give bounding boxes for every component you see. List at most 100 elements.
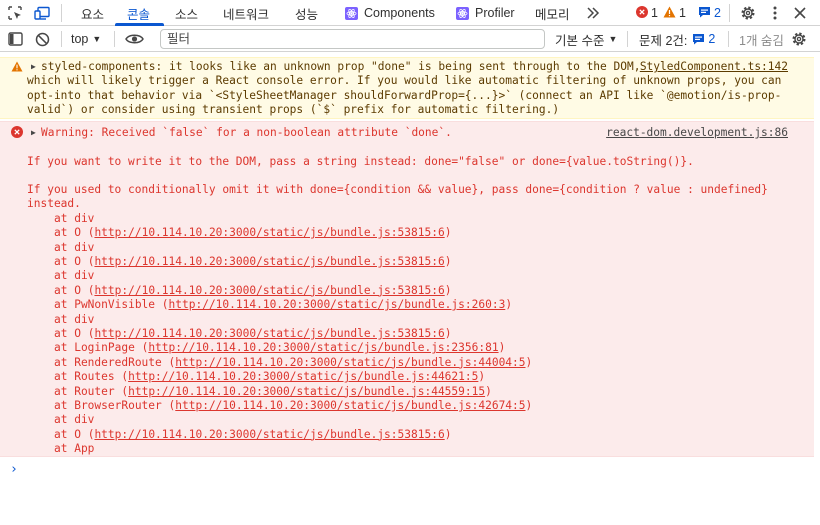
- tab-memory[interactable]: 메모리: [535, 0, 570, 26]
- error-headline: Warning: Received `false` for a non-bool…: [41, 126, 452, 139]
- close-icon[interactable]: [791, 4, 809, 22]
- tab-bar-divider: [729, 4, 730, 22]
- caret-down-icon: ▼: [608, 34, 618, 44]
- toolbar-divider: [728, 31, 729, 47]
- stack-frame-link[interactable]: http://10.114.10.20:3000/static/js/bundl…: [128, 370, 478, 383]
- warning-icon: [11, 61, 23, 73]
- warning-text-line: valid`) or consider using transient prop…: [27, 103, 560, 117]
- stack-frame-link[interactable]: http://10.114.10.20:3000/static/js/bundl…: [128, 385, 485, 398]
- stack-frame-function: at O: [54, 427, 81, 441]
- toolbar-divider: [627, 31, 628, 47]
- expand-triangle-icon[interactable]: ▶: [31, 60, 36, 74]
- stack-frame: at App: [54, 442, 94, 456]
- stack-frame: at div: [54, 413, 94, 427]
- tab-network[interactable]: 네트워크: [223, 0, 269, 26]
- stack-frame: at LoginPage (http://10.114.10.20:3000/s…: [54, 341, 506, 355]
- stack-frame-function: at div: [54, 413, 95, 427]
- stack-frame: at BrowserRouter (http://10.114.10.20:30…: [54, 399, 533, 412]
- warning-source-link[interactable]: StyledComponent.ts:142: [640, 60, 788, 74]
- issues-label: 문제 2건:: [639, 33, 688, 48]
- filter-input[interactable]: [160, 29, 545, 49]
- more-options-icon[interactable]: [766, 4, 784, 22]
- console-error-message[interactable]: ▶ Warning: Received `false` for a non-bo…: [0, 121, 814, 457]
- stack-frame-function: at div: [54, 240, 95, 254]
- stack-frame-function: at O: [54, 226, 81, 240]
- stack-frame: at O (http://10.114.10.20:3000/static/js…: [54, 255, 452, 268]
- gear-icon[interactable]: [790, 30, 808, 48]
- stack-frame-function: at Router: [54, 384, 115, 398]
- tab-profiler-label: Profiler: [475, 6, 515, 20]
- tab-components[interactable]: Components: [345, 0, 435, 26]
- stack-frame-function: at PwNonVisible: [54, 298, 156, 312]
- tab-profiler[interactable]: Profiler: [456, 0, 515, 26]
- tab-console-label: 콘솔: [127, 7, 151, 22]
- stack-frame-link[interactable]: http://10.114.10.20:3000/static/js/bundl…: [169, 298, 506, 311]
- stack-frame: at Router (http://10.114.10.20:3000/stat…: [54, 384, 492, 398]
- error-icon: [636, 5, 648, 21]
- stack-frame-link[interactable]: http://10.114.10.20:3000/static/js/bundl…: [175, 399, 525, 412]
- stack-frame-function: at App: [54, 442, 95, 456]
- issues-count: 2: [708, 32, 716, 46]
- tab-network-label: 네트워크: [223, 7, 270, 22]
- tab-performance-label: 성능: [295, 7, 319, 22]
- issues-counter[interactable]: 2: [698, 0, 726, 26]
- stack-frame-function: at O: [54, 255, 81, 268]
- hidden-count: 1개 숨김: [739, 33, 784, 48]
- inspect-element-icon[interactable]: [6, 4, 24, 22]
- gear-icon[interactable]: [739, 4, 757, 22]
- stack-frame-link[interactable]: http://10.114.10.20:3000/static/js/bundl…: [94, 255, 444, 268]
- tab-sources[interactable]: 소스: [175, 0, 198, 26]
- error-hint-line: instead.: [27, 197, 81, 211]
- eye-icon[interactable]: [123, 30, 145, 48]
- stack-frame: at div: [54, 313, 94, 327]
- tab-sources-label: 소스: [175, 7, 199, 22]
- issues-icon: [698, 6, 711, 21]
- error-warning-counts[interactable]: 1 1: [636, 0, 691, 26]
- stack-frame-function: at Routes: [54, 370, 115, 384]
- warning-icon: [663, 6, 676, 21]
- device-toolbar-icon[interactable]: [33, 4, 51, 22]
- expand-triangle-icon[interactable]: ▶: [31, 126, 36, 140]
- error-count: 1: [651, 6, 658, 20]
- warning-text-line: styled-components: it looks like an unkn…: [41, 60, 641, 73]
- react-icon: [456, 6, 469, 20]
- stack-frame-link[interactable]: http://10.114.10.20:3000/static/js/bundl…: [175, 356, 525, 369]
- react-icon: [345, 6, 358, 20]
- tab-memory-label: 메모리: [535, 7, 570, 22]
- context-selector[interactable]: top ▼: [71, 26, 101, 52]
- clear-console-icon[interactable]: [33, 30, 51, 48]
- stack-frame-function: at O: [54, 283, 81, 297]
- console-prompt-icon[interactable]: ›: [10, 462, 18, 477]
- stack-frame-link[interactable]: http://10.114.10.20:3000/static/js/bundl…: [94, 284, 444, 297]
- tab-bar-divider: [61, 4, 62, 22]
- stack-frame-function: at div: [54, 269, 95, 283]
- tab-performance[interactable]: 성능: [295, 0, 318, 26]
- chevron-double-right-icon[interactable]: [584, 4, 602, 22]
- stack-frame: at div: [54, 269, 94, 283]
- console-warning-message[interactable]: ▶ styled-components: it looks like an un…: [0, 57, 814, 119]
- warning-count: 1: [678, 6, 686, 20]
- log-levels-dropdown[interactable]: 기본 수준 ▼: [555, 26, 617, 52]
- error-icon: [11, 126, 23, 138]
- stack-frame: at div: [54, 212, 94, 226]
- warning-text-line: which will likely trigger a React consol…: [27, 74, 782, 88]
- stack-frame: at O (http://10.114.10.20:3000/static/js…: [54, 226, 452, 240]
- stack-frame-function: at div: [54, 211, 95, 225]
- log-levels-label: 기본 수준: [555, 33, 605, 48]
- tab-elements[interactable]: 요소: [81, 0, 104, 26]
- issues-icon: [692, 33, 705, 45]
- warning-text-line: opt-into that behavior via `<StyleSheetM…: [27, 88, 782, 102]
- stack-frame-link[interactable]: http://10.114.10.20:3000/static/js/bundl…: [94, 226, 444, 239]
- console-scrollbar[interactable]: [814, 53, 820, 525]
- stack-frame: at O (http://10.114.10.20:3000/static/js…: [54, 283, 452, 297]
- stack-frame-link[interactable]: http://10.114.10.20:3000/static/js/bundl…: [94, 428, 444, 441]
- caret-down-icon: ▼: [92, 34, 102, 44]
- issues-button[interactable]: 문제 2건: 2: [639, 26, 715, 52]
- stack-frame-link[interactable]: http://10.114.10.20:3000/static/js/bundl…: [148, 341, 498, 354]
- stack-frame-link[interactable]: http://10.114.10.20:3000/static/js/bundl…: [94, 327, 444, 340]
- stack-frame-function: at BrowserRouter: [54, 399, 162, 412]
- devtools-tab-bar: 요소 콘솔 소스 네트워크 성능 Components Profiler 메모리…: [0, 0, 820, 26]
- stack-frame: at PwNonVisible (http://10.114.10.20:300…: [54, 298, 513, 312]
- sidebar-toggle-icon[interactable]: [6, 30, 24, 48]
- error-source-link[interactable]: react-dom.development.js:86: [606, 126, 788, 140]
